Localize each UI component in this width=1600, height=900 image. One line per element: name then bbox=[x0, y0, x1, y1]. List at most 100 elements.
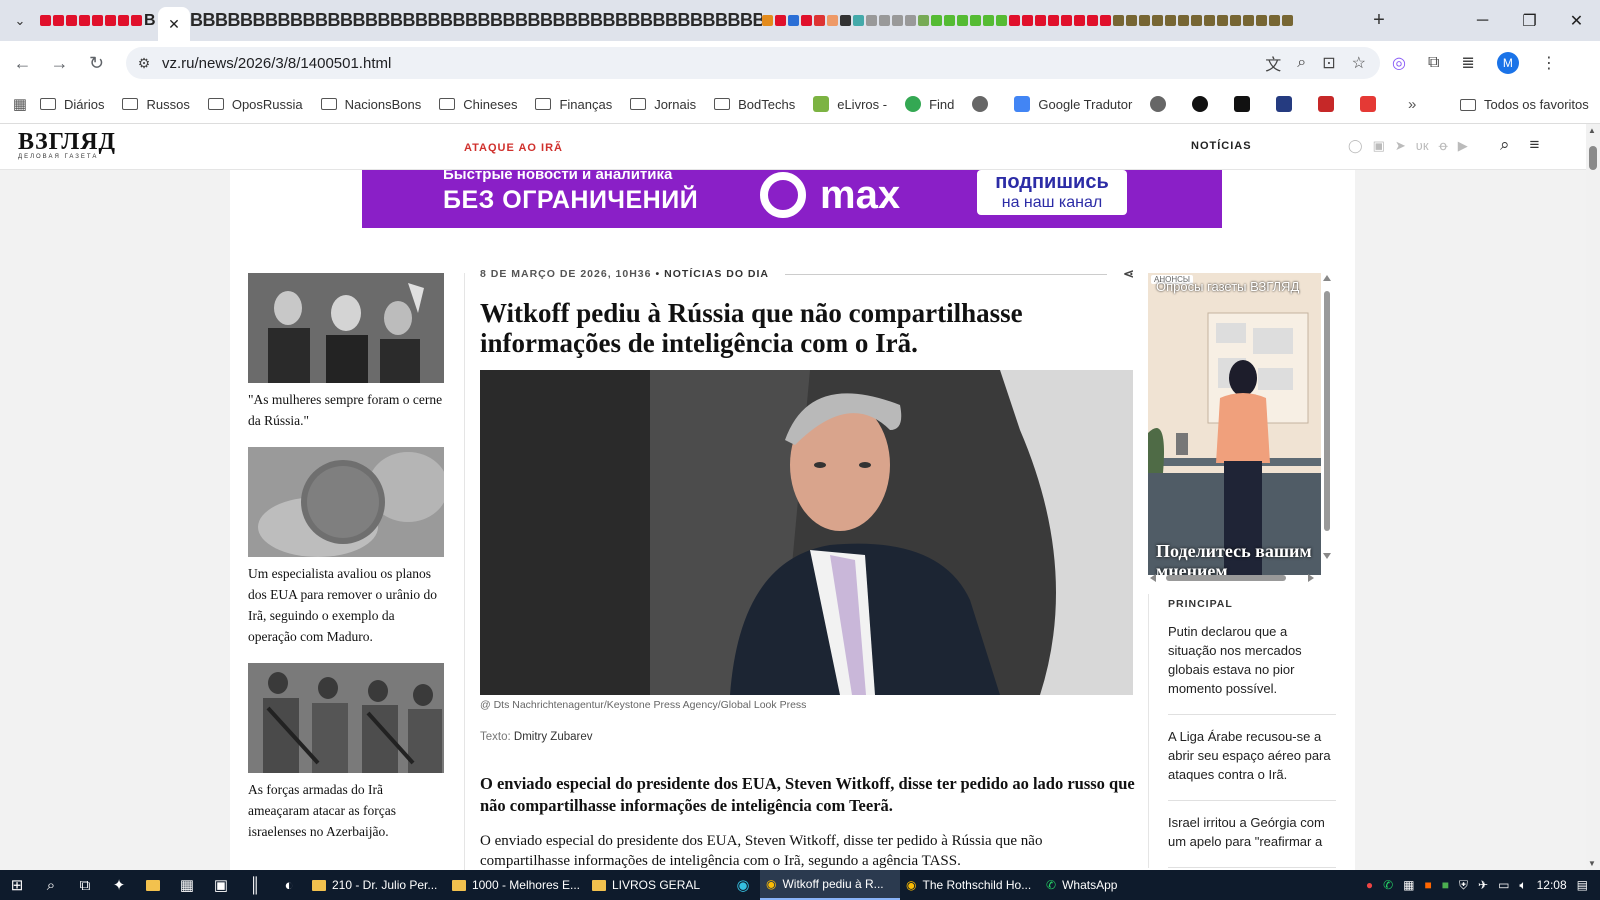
related-image[interactable] bbox=[248, 447, 444, 557]
tab-icon[interactable] bbox=[1191, 15, 1202, 26]
extension-icon[interactable]: ◎ bbox=[1392, 53, 1406, 73]
scroll-thumb[interactable] bbox=[1589, 146, 1597, 170]
bookmark-link[interactable]: Find bbox=[905, 96, 954, 112]
tab-icon[interactable] bbox=[853, 15, 864, 26]
apps-grid-icon[interactable]: ▦ bbox=[0, 95, 40, 113]
youtube-tab-icon[interactable] bbox=[1100, 15, 1111, 26]
copilot-icon[interactable]: ✦ bbox=[102, 870, 136, 900]
bookmark-link[interactable] bbox=[1192, 96, 1216, 112]
b-tab-icon[interactable]: B bbox=[144, 12, 156, 29]
taskbar-app[interactable]: 210 - Dr. Julio Per... bbox=[306, 870, 446, 900]
task-view-icon[interactable]: ⧉ bbox=[68, 870, 102, 900]
menu-kebab-icon[interactable]: ⋮ bbox=[1541, 53, 1557, 73]
active-tab-close-icon[interactable]: ✕ bbox=[158, 7, 190, 41]
tray-app-icon[interactable]: ✈ bbox=[1478, 878, 1488, 892]
page-scrollbar[interactable]: ▲ ▼ bbox=[1586, 124, 1600, 870]
subscribe-button[interactable]: подпишись на наш канал bbox=[977, 170, 1127, 215]
youtube-tab-icon[interactable] bbox=[1048, 15, 1059, 26]
tab-icon[interactable] bbox=[918, 15, 929, 26]
youtube-tab-icon[interactable] bbox=[775, 15, 786, 26]
tab-icon[interactable] bbox=[1256, 15, 1267, 26]
more-bookmarks-chevron-icon[interactable]: » bbox=[1408, 85, 1416, 124]
library-app-icon[interactable]: ║ bbox=[238, 870, 272, 900]
clock[interactable]: 12:08 bbox=[1537, 878, 1567, 892]
bookmark-folder[interactable]: Jornais bbox=[630, 97, 696, 112]
reload-icon[interactable]: ↻ bbox=[78, 53, 115, 74]
volume-icon[interactable]: 🔈︎ bbox=[1519, 878, 1526, 893]
tab-icon[interactable] bbox=[879, 15, 890, 26]
tray-app-icon[interactable]: ▦ bbox=[1403, 878, 1414, 892]
youtube-tab-icon[interactable] bbox=[92, 15, 103, 26]
principal-news-item[interactable]: Putin declarou que a situação nos mercad… bbox=[1168, 610, 1336, 715]
nav-ataque-link[interactable]: ATAQUE AO IRÃ bbox=[464, 142, 563, 154]
more-pinned-tabs[interactable] bbox=[762, 0, 1362, 41]
bookmark-link[interactable] bbox=[1360, 96, 1384, 112]
youtube-tab-icon[interactable] bbox=[79, 15, 90, 26]
dzen-icon[interactable]: ▣ bbox=[1373, 138, 1385, 154]
security-shield-icon[interactable]: ⛨ bbox=[1459, 878, 1468, 893]
url-text[interactable]: vz.ru/news/2026/3/8/1400501.html bbox=[162, 55, 391, 72]
tab-icon[interactable] bbox=[1126, 15, 1137, 26]
tab-icon[interactable] bbox=[814, 15, 825, 26]
author-name[interactable]: Dmitry Zubarev bbox=[514, 731, 593, 743]
app-icon[interactable]: ▣ bbox=[204, 870, 238, 900]
related-item[interactable]: Um especialista avaliou os planos dos EU… bbox=[248, 447, 444, 647]
youtube-tab-icon[interactable] bbox=[1087, 15, 1098, 26]
tab-icon[interactable] bbox=[931, 15, 942, 26]
bookmark-folder[interactable]: BodTechs bbox=[714, 97, 795, 112]
max-banner-ad[interactable]: Быстрые новости и аналитика БЕЗ ОГРАНИЧЕ… bbox=[362, 170, 1222, 228]
bookmark-link[interactable] bbox=[972, 96, 996, 112]
polls-ad[interactable]: АНОНСЫ Опросы газеты ВЗГЛЯД Поделитесь в… bbox=[1148, 273, 1321, 575]
share-icon[interactable]: ⋖ bbox=[1123, 266, 1135, 282]
bookmark-link[interactable] bbox=[1150, 96, 1174, 112]
ok-icon[interactable]: ꝋ bbox=[1439, 138, 1448, 154]
vk-icon[interactable]: ʋк bbox=[1416, 138, 1429, 154]
app-icon[interactable]: ◐ bbox=[272, 870, 306, 900]
tray-app-icon[interactable]: ■ bbox=[1442, 878, 1449, 892]
ad-horizontal-scrollbar[interactable] bbox=[1148, 570, 1321, 582]
youtube-tab-icon[interactable] bbox=[1061, 15, 1072, 26]
ad-vertical-scrollbar[interactable] bbox=[1322, 273, 1332, 563]
bookmark-folder[interactable]: NacionsBons bbox=[320, 97, 421, 112]
bookmark-folder[interactable]: Finanças bbox=[535, 97, 612, 112]
article-section-link[interactable]: NOTÍCIAS DO DIA bbox=[664, 268, 769, 280]
taskbar-app[interactable]: ◉ The Rothschild Ho... bbox=[900, 870, 1040, 900]
tab-icon[interactable] bbox=[892, 15, 903, 26]
youtube-tab-icon[interactable] bbox=[105, 15, 116, 26]
youtube-tab-icon[interactable] bbox=[801, 15, 812, 26]
scroll-down-icon[interactable]: ▼ bbox=[1588, 859, 1596, 868]
youtube-tab-icon[interactable] bbox=[1074, 15, 1085, 26]
tab-icon[interactable] bbox=[1269, 15, 1280, 26]
youtube-tab-icon[interactable] bbox=[118, 15, 129, 26]
tab-icon[interactable] bbox=[1217, 15, 1228, 26]
nav-noticias-link[interactable]: NOTÍCIAS bbox=[1191, 140, 1252, 152]
site-logo[interactable]: ВЗГЛЯД bbox=[18, 130, 116, 154]
pinned-tabs[interactable]: B bbox=[40, 0, 158, 41]
tab-icon[interactable] bbox=[1113, 15, 1124, 26]
tab-icon[interactable] bbox=[1165, 15, 1176, 26]
related-image[interactable] bbox=[248, 273, 444, 383]
youtube-icon[interactable]: ▶ bbox=[1458, 138, 1468, 154]
taskbar-app[interactable]: LIVROS GERAL bbox=[586, 870, 726, 900]
taskbar-app[interactable]: ✆ WhatsApp bbox=[1040, 870, 1150, 900]
article-photo[interactable] bbox=[480, 370, 1133, 695]
youtube-tab-icon[interactable] bbox=[53, 15, 64, 26]
network-icon[interactable]: ▭ bbox=[1498, 878, 1509, 892]
tray-app-icon[interactable]: ■ bbox=[1425, 878, 1432, 892]
youtube-tab-icon[interactable] bbox=[1035, 15, 1046, 26]
edge-icon[interactable]: ◉ bbox=[726, 870, 760, 900]
translate-icon[interactable]: 文 bbox=[1265, 51, 1281, 75]
minimize-icon[interactable]: ─ bbox=[1459, 0, 1506, 41]
bookmark-link[interactable]: eLivros - bbox=[813, 96, 887, 112]
whatsapp-tray-icon[interactable]: ✆ bbox=[1383, 878, 1393, 892]
tab-icon[interactable] bbox=[1152, 15, 1163, 26]
bookmark-folder[interactable]: OposRussia bbox=[207, 97, 303, 112]
site-info-icon[interactable]: ⚙ bbox=[126, 55, 162, 72]
notifications-icon[interactable]: ▤ bbox=[1577, 878, 1588, 892]
related-item[interactable]: "As mulheres sempre foram o cerne da Rús… bbox=[248, 273, 444, 431]
profile-avatar[interactable]: M bbox=[1496, 52, 1519, 74]
tab-icon[interactable] bbox=[762, 15, 773, 26]
tab-search-chevron-icon[interactable]: ⌄ bbox=[0, 0, 40, 41]
tray-app-icon[interactable]: ● bbox=[1366, 878, 1373, 892]
reading-list-icon[interactable]: ≣ bbox=[1461, 53, 1474, 73]
